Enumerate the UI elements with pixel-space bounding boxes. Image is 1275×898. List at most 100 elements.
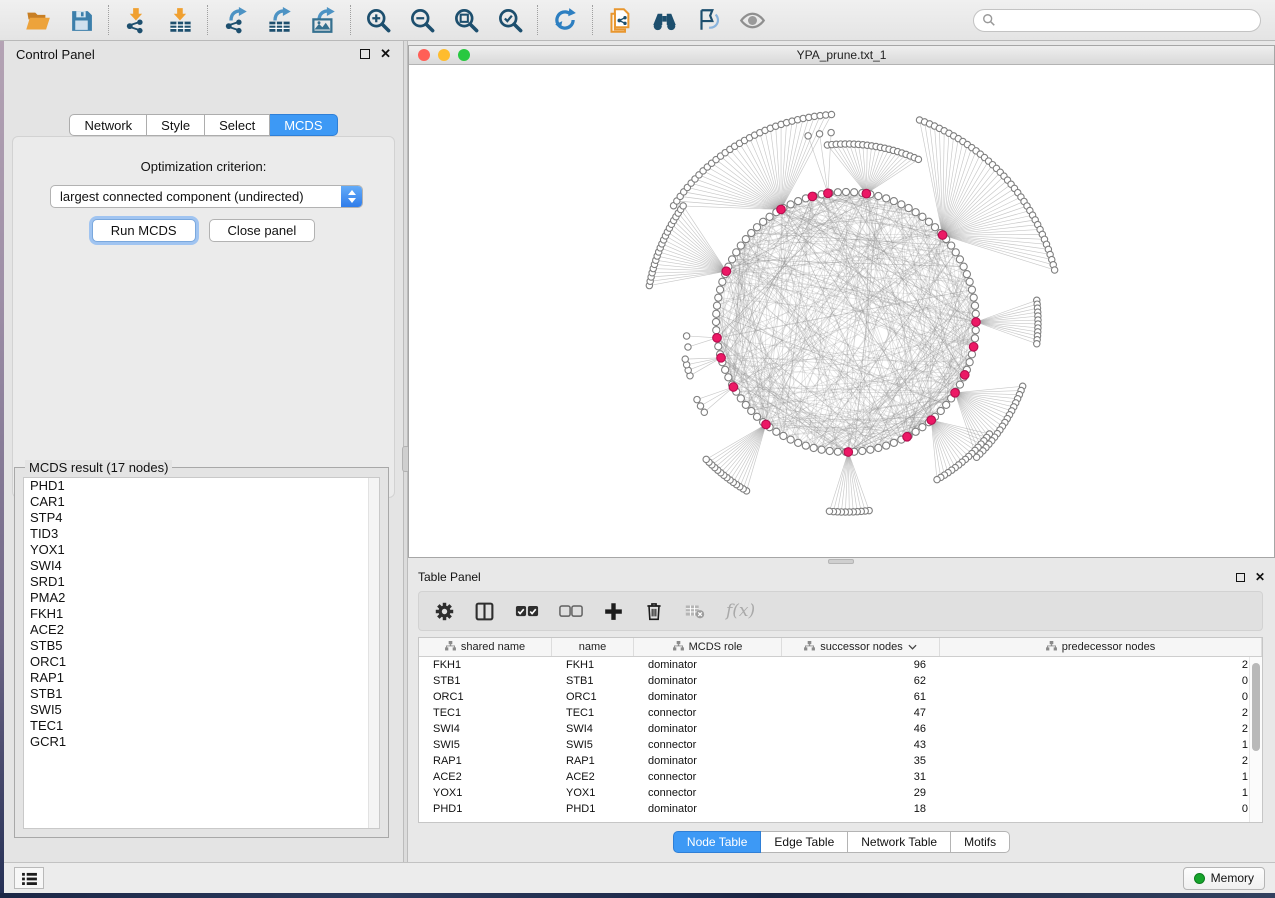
graph-node[interactable]	[956, 381, 963, 388]
graph-leaf-node[interactable]	[683, 333, 689, 339]
graph-node[interactable]	[826, 447, 833, 454]
cell-successor-nodes[interactable]: 43	[782, 739, 940, 751]
graph-mcds-hub-node[interactable]	[722, 267, 731, 276]
graph-node[interactable]	[925, 218, 932, 225]
cell-shared-name[interactable]: ORC1	[419, 691, 552, 703]
cell-successor-nodes[interactable]: 62	[782, 675, 940, 687]
graph-node[interactable]	[766, 213, 773, 220]
column-header-MCDS-role[interactable]: MCDS role	[634, 638, 782, 656]
graph-node[interactable]	[780, 432, 787, 439]
refresh-layout-icon[interactable]	[551, 6, 579, 34]
graph-node[interactable]	[898, 201, 905, 208]
table-row[interactable]: SWI4SWI4dominator462	[419, 721, 1262, 737]
graph-mcds-hub-node[interactable]	[862, 189, 871, 198]
deselect-all-icon[interactable]	[559, 605, 583, 618]
graph-node[interactable]	[834, 448, 841, 455]
graph-node[interactable]	[713, 310, 720, 317]
graph-node[interactable]	[972, 310, 979, 317]
cell-name[interactable]: ACE2	[552, 771, 634, 783]
cell-name[interactable]: PHD1	[552, 803, 634, 815]
column-header-name[interactable]: name	[552, 638, 634, 656]
search-box[interactable]	[973, 9, 1261, 32]
cell-MCDS-role[interactable]: dominator	[634, 755, 782, 767]
graph-node[interactable]	[753, 413, 760, 420]
import-table-icon[interactable]	[166, 6, 194, 34]
graph-mcds-hub-node[interactable]	[844, 448, 853, 457]
graph-leaf-node[interactable]	[826, 508, 832, 514]
mcds-result-item[interactable]: ACE2	[24, 622, 379, 638]
table-row[interactable]: PHD1PHD1dominator180	[419, 801, 1262, 817]
column-header-shared-name[interactable]: shared name	[419, 638, 552, 656]
cell-name[interactable]: FKH1	[552, 659, 634, 671]
table-row[interactable]: FKH1FKH1dominator962	[419, 657, 1262, 673]
table-row[interactable]: TEC1TEC1connector472	[419, 705, 1262, 721]
tab-network-table[interactable]: Network Table	[848, 831, 951, 853]
cell-successor-nodes[interactable]: 18	[782, 803, 940, 815]
cell-MCDS-role[interactable]: dominator	[634, 659, 782, 671]
graph-leaf-node[interactable]	[701, 409, 707, 415]
cell-MCDS-role[interactable]: dominator	[634, 723, 782, 735]
graph-node[interactable]	[970, 294, 977, 301]
cell-name[interactable]: TEC1	[552, 707, 634, 719]
mcds-result-item[interactable]: TEC1	[24, 718, 379, 734]
graph-node[interactable]	[842, 188, 849, 195]
cell-shared-name[interactable]: FKH1	[419, 659, 552, 671]
graph-node[interactable]	[968, 351, 975, 358]
select-all-icon[interactable]	[515, 605, 539, 618]
settings-gear-icon[interactable]	[435, 602, 454, 621]
cell-shared-name[interactable]: ACE2	[419, 771, 552, 783]
graph-node[interactable]	[742, 236, 749, 243]
graph-node[interactable]	[795, 198, 802, 205]
mcds-result-item[interactable]: SWI5	[24, 702, 379, 718]
cell-successor-nodes[interactable]: 61	[782, 691, 940, 703]
tab-node-table[interactable]: Node Table	[673, 831, 762, 853]
export-network-icon[interactable]	[221, 6, 249, 34]
graph-node[interactable]	[748, 229, 755, 236]
mcds-result-item[interactable]: RAP1	[24, 670, 379, 686]
memory-button[interactable]: Memory	[1183, 867, 1265, 890]
graph-node[interactable]	[851, 189, 858, 196]
graph-node[interactable]	[713, 327, 720, 334]
table-row[interactable]: STB1STB1dominator620	[419, 673, 1262, 689]
graph-node[interactable]	[943, 401, 950, 408]
cell-predecessor-nodes[interactable]: 0	[940, 691, 1262, 703]
run-mcds-button[interactable]: Run MCDS	[92, 219, 196, 242]
graph-leaf-node[interactable]	[915, 156, 921, 162]
graph-node[interactable]	[748, 407, 755, 414]
clone-network-icon[interactable]	[606, 6, 634, 34]
cell-MCDS-role[interactable]: connector	[634, 739, 782, 751]
splitter-handle[interactable]	[828, 559, 854, 564]
graph-leaf-node[interactable]	[816, 131, 822, 137]
graph-node[interactable]	[737, 242, 744, 249]
graph-node[interactable]	[931, 224, 938, 231]
graph-node[interactable]	[966, 278, 973, 285]
cell-successor-nodes[interactable]: 46	[782, 723, 940, 735]
zoom-fit-icon[interactable]	[452, 6, 480, 34]
graph-mcds-hub-node[interactable]	[927, 416, 936, 425]
graph-leaf-node[interactable]	[828, 111, 834, 117]
save-session-icon[interactable]	[67, 6, 95, 34]
tab-select[interactable]: Select	[205, 114, 270, 136]
cell-MCDS-role[interactable]: connector	[634, 787, 782, 799]
cell-successor-nodes[interactable]: 31	[782, 771, 940, 783]
graph-node[interactable]	[716, 286, 723, 293]
graph-node[interactable]	[867, 446, 874, 453]
graph-node[interactable]	[712, 318, 719, 325]
graph-mcds-hub-node[interactable]	[777, 205, 786, 214]
graph-node[interactable]	[912, 209, 919, 216]
graph-node[interactable]	[948, 242, 955, 249]
cell-successor-nodes[interactable]: 35	[782, 755, 940, 767]
graph-node[interactable]	[937, 407, 944, 414]
mcds-result-item[interactable]: GCR1	[24, 734, 379, 750]
graph-node[interactable]	[960, 263, 967, 270]
graph-mcds-hub-node[interactable]	[951, 389, 960, 398]
cell-MCDS-role[interactable]: dominator	[634, 803, 782, 815]
network-graph[interactable]	[409, 65, 1274, 557]
graph-node[interactable]	[715, 343, 722, 350]
mcds-result-item[interactable]: SWI4	[24, 558, 379, 574]
graph-mcds-hub-node[interactable]	[729, 383, 738, 392]
table-row[interactable]: SWI5SWI5connector431	[419, 737, 1262, 753]
mcds-result-item[interactable]: ORC1	[24, 654, 379, 670]
table-scrollbar[interactable]	[1249, 657, 1262, 822]
graph-node[interactable]	[890, 198, 897, 205]
